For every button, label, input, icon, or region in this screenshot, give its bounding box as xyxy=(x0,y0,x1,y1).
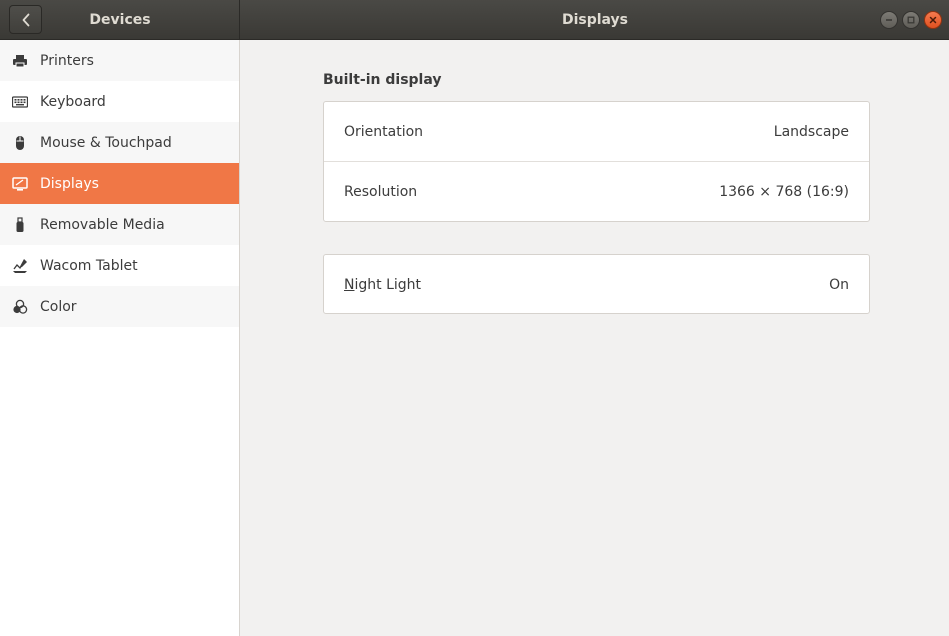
usb-drive-icon xyxy=(12,216,28,233)
chevron-left-icon xyxy=(22,13,29,26)
sidebar-item-label: Keyboard xyxy=(40,93,106,110)
mouse-icon xyxy=(12,135,28,151)
night-light-label-rest: ight Light xyxy=(354,276,422,293)
header-left-pane: Devices xyxy=(0,0,240,40)
page-title: Displays xyxy=(561,12,629,28)
resolution-label: Resolution xyxy=(344,183,418,200)
maximize-icon xyxy=(907,16,915,24)
close-icon xyxy=(929,16,937,24)
night-light-mnemonic: N xyxy=(344,276,355,293)
display-icon xyxy=(12,176,28,192)
display-settings-card: Orientation Landscape Resolution 1366 × … xyxy=(323,101,870,222)
resolution-value: 1366 × 768 (16:9) xyxy=(719,183,849,200)
sidebar-item-label: Printers xyxy=(40,52,94,69)
main-panel: Built-in display Orientation Landscape R… xyxy=(241,40,949,636)
sidebar: Printers Keyboard Mouse & Touchpad Displ… xyxy=(0,40,240,636)
sidebar-item-label: Color xyxy=(40,298,77,315)
resolution-row[interactable]: Resolution 1366 × 768 (16:9) xyxy=(324,161,869,221)
sidebar-item-label: Displays xyxy=(40,175,99,192)
sidebar-item-mouse-touchpad[interactable]: Mouse & Touchpad xyxy=(0,122,239,163)
color-icon xyxy=(12,299,28,315)
night-light-value: On xyxy=(829,276,849,293)
keyboard-icon xyxy=(12,94,28,110)
header-bar: Devices Displays xyxy=(0,0,949,40)
sidebar-item-displays[interactable]: Displays xyxy=(0,163,239,204)
night-light-row[interactable]: Night Light On xyxy=(324,255,869,314)
sidebar-item-wacom-tablet[interactable]: Wacom Tablet xyxy=(0,245,239,286)
sidebar-item-printers[interactable]: Printers xyxy=(0,40,239,81)
window-controls xyxy=(880,11,942,29)
night-light-card: Night Light On xyxy=(323,254,870,314)
tablet-icon xyxy=(12,258,28,274)
sidebar-item-label: Removable Media xyxy=(40,216,165,233)
sidebar-item-keyboard[interactable]: Keyboard xyxy=(0,81,239,122)
orientation-label: Orientation xyxy=(344,123,424,140)
maximize-button[interactable] xyxy=(902,11,920,29)
section-title-built-in-display: Built-in display xyxy=(323,72,442,88)
minimize-button[interactable] xyxy=(880,11,898,29)
orientation-value: Landscape xyxy=(773,123,849,140)
sidebar-item-label: Wacom Tablet xyxy=(40,257,138,274)
sidebar-item-removable-media[interactable]: Removable Media xyxy=(0,204,239,245)
night-light-label: Night Light xyxy=(344,277,421,293)
orientation-row[interactable]: Orientation Landscape xyxy=(324,102,869,161)
sidebar-item-color[interactable]: Color xyxy=(0,286,239,327)
sidebar-item-label: Mouse & Touchpad xyxy=(40,134,172,151)
close-button[interactable] xyxy=(924,11,942,29)
back-button[interactable] xyxy=(9,5,42,34)
minimize-icon xyxy=(886,19,892,21)
printer-icon xyxy=(12,53,28,69)
